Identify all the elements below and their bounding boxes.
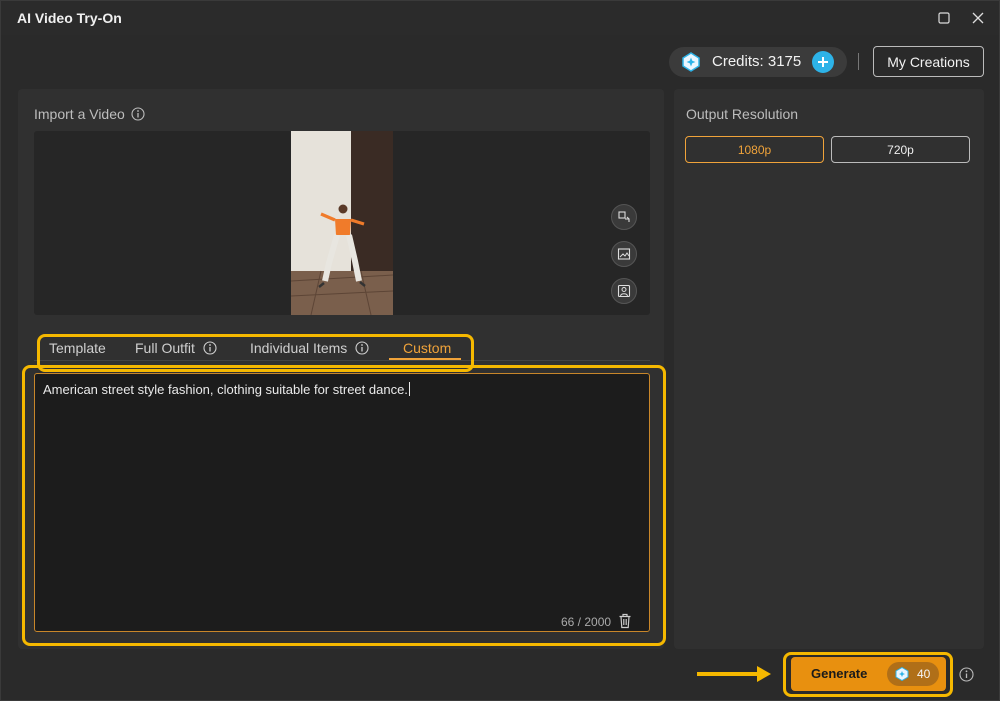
tab-full-outfit-label: Full Outfit <box>135 340 195 356</box>
credits-badge: Credits: 3175 <box>669 47 847 77</box>
generate-cost-value: 40 <box>917 667 931 681</box>
tab-individual-items[interactable]: Individual Items <box>250 340 369 356</box>
plus-icon <box>818 57 828 67</box>
info-icon[interactable] <box>203 341 217 355</box>
title-bar: AI Video Try-On <box>1 1 999 35</box>
right-panel <box>674 89 984 649</box>
crop-video-button[interactable] <box>611 241 637 267</box>
app-title: AI Video Try-On <box>17 10 122 26</box>
trash-icon[interactable] <box>618 613 632 629</box>
tab-custom-label: Custom <box>403 340 452 356</box>
app-window: AI Video Try-On Credits: 3175 My Creatio… <box>0 0 1000 701</box>
active-tab-indicator <box>389 358 461 360</box>
tab-individual-items-label: Individual Items <box>250 340 348 356</box>
close-icon <box>972 12 984 24</box>
swap-icon <box>618 211 630 222</box>
credits-label: Credits: 3175 <box>712 53 802 70</box>
tab-template-label: Template <box>49 340 106 356</box>
import-video-heading: Import a Video <box>34 106 145 122</box>
person-select-button[interactable] <box>611 278 637 304</box>
info-icon[interactable] <box>131 107 145 121</box>
tab-custom[interactable]: Custom <box>403 340 451 356</box>
my-creations-button[interactable]: My Creations <box>873 46 984 77</box>
video-thumbnail <box>291 131 393 315</box>
arrow-annotation-icon <box>697 666 771 682</box>
credits-diamond-icon <box>682 52 700 72</box>
image-edit-icon <box>617 248 631 260</box>
char-counter: 66 / 2000 <box>561 615 612 629</box>
prompt-text: American street style fashion, clothing … <box>43 382 410 397</box>
import-video-label: Import a Video <box>34 106 125 122</box>
generate-cost-badge: 40 <box>887 662 939 686</box>
person-frame-icon <box>617 284 631 298</box>
close-button[interactable] <box>969 9 987 27</box>
prompt-value: American street style fashion, clothing … <box>43 382 408 397</box>
output-resolution-label: Output Resolution <box>686 106 799 122</box>
resolution-1080p-button[interactable]: 1080p <box>685 136 824 163</box>
maximize-button[interactable] <box>935 9 953 27</box>
resolution-720p-button[interactable]: 720p <box>831 136 970 163</box>
credits-diamond-icon <box>895 667 909 681</box>
info-icon[interactable] <box>355 341 369 355</box>
text-caret <box>408 382 410 396</box>
add-credits-button[interactable] <box>812 51 834 73</box>
header-divider <box>858 53 859 70</box>
prompt-textarea[interactable] <box>34 373 650 632</box>
replace-video-button[interactable] <box>611 204 637 230</box>
generate-button[interactable]: Generate 40 <box>791 657 946 691</box>
info-icon[interactable] <box>959 667 974 682</box>
generate-label: Generate <box>811 666 868 681</box>
tab-template[interactable]: Template <box>49 340 106 356</box>
maximize-icon <box>938 12 950 24</box>
tab-full-outfit[interactable]: Full Outfit <box>135 340 217 356</box>
